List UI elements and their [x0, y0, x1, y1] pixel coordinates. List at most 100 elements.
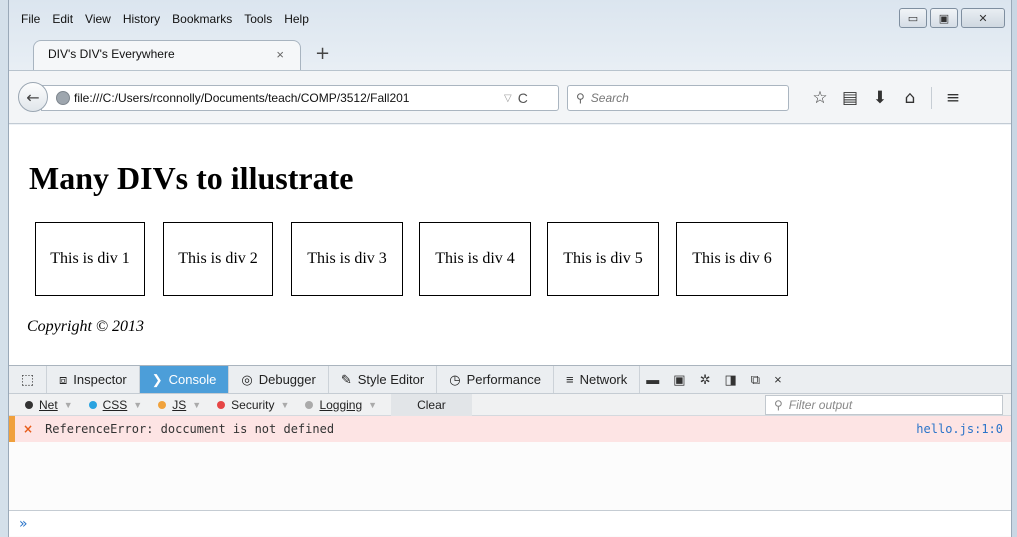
devtools-panel: ⬚ ⧈ Inspector ❯ Console ◎ Debugger ✎ Sty… [9, 365, 1011, 537]
tab-style-editor[interactable]: ✎ Style Editor [329, 366, 438, 393]
logging-dot-icon [305, 400, 314, 409]
tab-network[interactable]: ≡ Network [554, 366, 641, 393]
menu-file[interactable]: File [15, 12, 46, 32]
filter-label: Logging [319, 397, 363, 412]
tab-label: Inspector [73, 372, 127, 387]
filter-logging-button[interactable]: Logging ▼ [297, 394, 385, 416]
div-box-2: This is div 2 [163, 222, 273, 296]
dropdown-arrow-icon: ▼ [133, 399, 143, 410]
url-text[interactable]: file:///C:/Users/rconnolly/Documents/tea… [74, 91, 498, 105]
tab-title: DIV's DIV's Everywhere [48, 47, 175, 61]
js-dot-icon [158, 400, 167, 409]
downloads-icon[interactable]: ⬇ [865, 88, 895, 108]
tab-debugger[interactable]: ◎ Debugger [229, 366, 329, 393]
reading-list-icon[interactable]: ▤ [835, 88, 865, 108]
filter-label: JS [172, 397, 187, 412]
filter-js-button[interactable]: JS ▼ [150, 394, 209, 416]
page-heading: Many DIVs to illustrate [29, 160, 354, 196]
style-editor-icon: ✎ [340, 371, 352, 387]
filter-label: Security [231, 397, 275, 412]
responsive-icon[interactable]: ▣ [673, 372, 685, 388]
filter-security-button[interactable]: Security ▼ [209, 394, 297, 416]
div-box-5: This is div 5 [547, 222, 659, 296]
window-controls: ▭ ▣ ✕ [899, 8, 1005, 28]
menu-help[interactable]: Help [278, 12, 315, 32]
close-devtools-icon[interactable]: × [774, 372, 782, 387]
navigation-bar: file:///C:/Users/rconnolly/Documents/tea… [9, 70, 1011, 124]
copyright-text: Copyright © 2013 [27, 318, 145, 335]
tab-console[interactable]: ❯ Console [139, 366, 230, 393]
globe-icon [56, 91, 70, 105]
bookmark-star-icon[interactable]: ☆ [805, 88, 835, 108]
tab-label: Debugger [258, 372, 316, 387]
page-content: Many DIVs to illustrate This is div 1 Th… [9, 125, 1011, 365]
devtools-actions: ▬ ▣ ✲ ◨ ⧉ × [646, 366, 781, 393]
search-icon: ⚲ [576, 91, 585, 105]
error-source-link[interactable]: hello.js:1:0 [916, 422, 1003, 436]
tab-label: Style Editor [357, 372, 425, 387]
menu-history[interactable]: History [117, 12, 166, 32]
menu-edit[interactable]: Edit [46, 12, 79, 32]
tab-inspector[interactable]: ⧈ Inspector [47, 366, 140, 393]
toolbar-divider [931, 87, 932, 109]
search-placeholder: Search [590, 91, 629, 105]
error-icon: × [23, 422, 34, 436]
security-dot-icon [217, 400, 226, 409]
url-bar[interactable]: file:///C:/Users/rconnolly/Documents/tea… [41, 85, 559, 111]
settings-icon[interactable]: ✲ [700, 372, 711, 388]
menu-tools[interactable]: Tools [238, 12, 278, 32]
menu-icon[interactable]: ≡ [938, 88, 968, 108]
menu-bar: File Edit View History Bookmarks Tools H… [15, 12, 315, 32]
dock-side-icon[interactable]: ◨ [724, 372, 736, 388]
tab-strip: DIV's DIV's Everywhere × + [33, 38, 330, 70]
css-dot-icon [88, 400, 97, 409]
dropdown-arrow-icon: ▼ [368, 399, 378, 410]
div-box-4: This is div 4 [419, 222, 531, 296]
maximize-button[interactable]: ▣ [930, 8, 958, 28]
filter-output-input[interactable]: ⚲ Filter output [765, 395, 1003, 415]
tab-divs-everywhere[interactable]: DIV's DIV's Everywhere × [33, 40, 301, 70]
console-input[interactable]: » [9, 510, 1011, 536]
back-button[interactable]: ← [18, 82, 48, 112]
filter-label: CSS [102, 397, 128, 412]
error-text: ReferenceError: doccument is not defined [45, 422, 335, 436]
element-picker-icon[interactable]: ⬚ [9, 366, 47, 393]
div-box-6: This is div 6 [676, 222, 788, 296]
search-icon: ⚲ [774, 398, 783, 412]
toolbar-icons: ☆ ▤ ⬇ ⌂ ≡ [805, 87, 968, 109]
tab-label: Performance [466, 372, 541, 387]
filter-net-button[interactable]: Net ▼ [17, 394, 81, 416]
tab-close-icon[interactable]: × [276, 47, 284, 62]
tab-performance[interactable]: ◷ Performance [437, 366, 554, 393]
scratchpad-icon[interactable]: ▬ [646, 372, 659, 387]
undock-icon[interactable]: ⧉ [751, 372, 760, 388]
minimize-button[interactable]: ▭ [899, 8, 927, 28]
net-dot-icon [25, 400, 33, 409]
reload-icon[interactable]: C [518, 90, 528, 106]
console-error-message: × ReferenceError: doccument is not defin… [9, 416, 1011, 442]
menu-view[interactable]: View [79, 12, 117, 32]
url-history-dropdown-icon[interactable]: ▽ [504, 93, 512, 104]
prompt-chevron-icon: » [19, 515, 28, 532]
div-box-1: This is div 1 [35, 222, 145, 296]
dropdown-arrow-icon: ▼ [192, 399, 202, 410]
menu-bookmarks[interactable]: Bookmarks [166, 12, 238, 32]
div-box-3: This is div 3 [291, 222, 403, 296]
dropdown-arrow-icon: ▼ [280, 399, 290, 410]
tab-label: Network [579, 372, 628, 387]
performance-icon: ◷ [449, 371, 461, 387]
devtools-toolbar: ⬚ ⧈ Inspector ❯ Console ◎ Debugger ✎ Sty… [9, 366, 1011, 394]
home-icon[interactable]: ⌂ [895, 88, 925, 108]
filter-label: Net [39, 397, 58, 412]
inspector-icon: ⧈ [59, 371, 68, 387]
network-icon: ≡ [565, 372, 574, 387]
close-window-button[interactable]: ✕ [961, 8, 1005, 28]
clear-console-button[interactable]: Clear [391, 393, 472, 416]
console-filter-bar: Net ▼ CSS ▼ JS ▼ Security ▼ Logging ▼ Cl… [9, 393, 1011, 416]
new-tab-button[interactable]: + [315, 43, 330, 64]
search-input[interactable]: ⚲ Search [567, 85, 789, 111]
debugger-icon: ◎ [241, 371, 253, 387]
browser-window: File Edit View History Bookmarks Tools H… [8, 0, 1012, 537]
filter-css-button[interactable]: CSS ▼ [81, 394, 151, 416]
filter-placeholder: Filter output [788, 398, 853, 412]
